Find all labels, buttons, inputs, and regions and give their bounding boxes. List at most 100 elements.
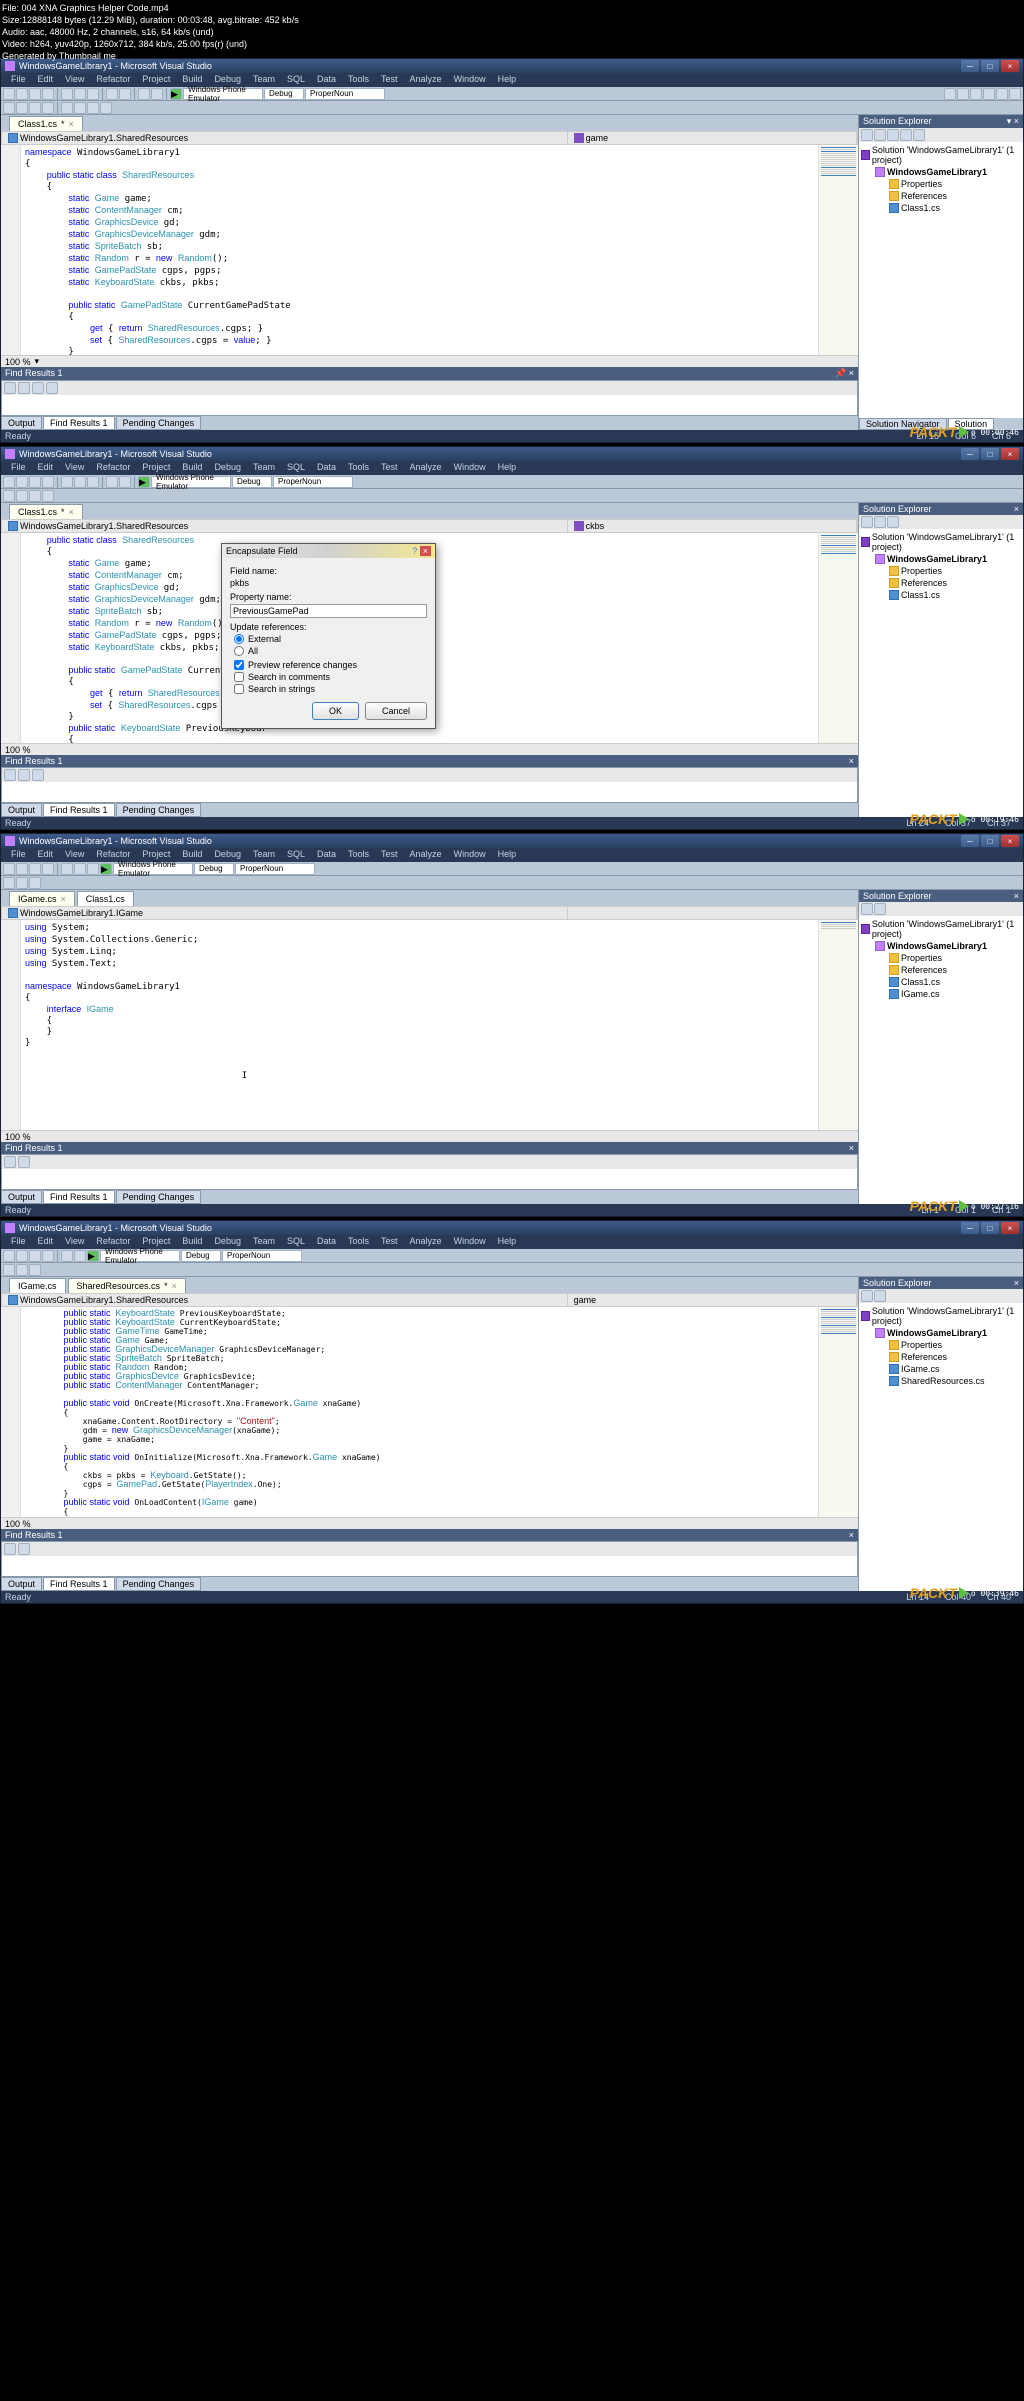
breadcrumb-member[interactable]: ckbs: [568, 520, 857, 532]
tab-close-icon[interactable]: ×: [69, 119, 74, 129]
titlebar[interactable]: WindowsGameLibrary1 - Microsoft Visual S…: [1, 447, 1023, 461]
redo-button[interactable]: [119, 88, 131, 100]
open-button[interactable]: [16, 88, 28, 100]
tree-references[interactable]: References: [861, 577, 1021, 589]
se-tb-3[interactable]: [887, 129, 899, 141]
find-results-list[interactable]: [2, 395, 857, 415]
tree-references[interactable]: References: [861, 190, 1021, 202]
check-strings[interactable]: [234, 684, 244, 694]
btab-find[interactable]: Find Results 1: [43, 416, 115, 430]
panel-close-icon[interactable]: ×: [849, 368, 854, 378]
find-tb-1[interactable]: [4, 382, 16, 394]
zoom-bar[interactable]: 100 %▾: [1, 355, 858, 367]
menu-test[interactable]: Test: [375, 73, 404, 87]
btab-output[interactable]: Output: [1, 803, 42, 817]
menu-tools[interactable]: Tools: [342, 461, 375, 475]
se-tb-2[interactable]: [874, 129, 886, 141]
new-project-button[interactable]: [3, 476, 15, 488]
tree-properties[interactable]: Properties: [861, 565, 1021, 577]
cut-button[interactable]: [61, 476, 73, 488]
tree-project[interactable]: WindowsGameLibrary1: [861, 166, 1021, 178]
tab-close-icon[interactable]: ×: [61, 894, 66, 904]
pin-icon[interactable]: 📌: [835, 368, 846, 378]
paste-button[interactable]: [87, 476, 99, 488]
code-overview[interactable]: [818, 145, 858, 355]
emulator-dropdown[interactable]: Windows Phone Emulator: [183, 88, 263, 100]
radio-external[interactable]: [234, 634, 244, 644]
dialog-titlebar[interactable]: Encapsulate Field ? ×: [222, 544, 435, 558]
code-editor[interactable]: public static KeyboardState PreviousKeyb…: [1, 1307, 858, 1517]
pin-icon[interactable]: ▾: [1007, 116, 1012, 126]
panel-close-icon[interactable]: ×: [1014, 116, 1019, 126]
cut-button[interactable]: [61, 88, 73, 100]
tree-solution[interactable]: Solution 'WindowsGameLibrary1' (1 projec…: [861, 531, 1021, 553]
tb-extra-1[interactable]: [944, 88, 956, 100]
cancel-button[interactable]: Cancel: [365, 702, 427, 720]
menu-view[interactable]: View: [59, 461, 90, 475]
tb-extra-2[interactable]: [957, 88, 969, 100]
tab-close-icon[interactable]: ×: [172, 1281, 177, 1291]
menu-data[interactable]: Data: [311, 73, 342, 87]
btab-pending[interactable]: Pending Changes: [116, 416, 202, 430]
code-editor[interactable]: namespace WindowsGameLibrary1 { public s…: [1, 145, 858, 355]
menu-view[interactable]: View: [59, 73, 90, 87]
check-preview[interactable]: [234, 660, 244, 670]
tree-class1[interactable]: Class1.cs: [861, 589, 1021, 601]
tb-extra-5[interactable]: [996, 88, 1008, 100]
open-button[interactable]: [16, 476, 28, 488]
dialog-close-icon[interactable]: ×: [420, 546, 431, 556]
se-tb-5[interactable]: [913, 129, 925, 141]
tb2-2[interactable]: [16, 490, 28, 502]
tb2-3[interactable]: [29, 102, 41, 114]
menu-window[interactable]: Window: [448, 73, 492, 87]
emulator-dropdown[interactable]: Windows Phone Emulator: [151, 476, 231, 488]
save-button[interactable]: [29, 88, 41, 100]
close-button[interactable]: ×: [1001, 60, 1019, 72]
save-all-button[interactable]: [42, 88, 54, 100]
minimize-button[interactable]: ─: [961, 60, 979, 72]
menu-analyze[interactable]: Analyze: [404, 73, 448, 87]
undo-button[interactable]: [106, 476, 118, 488]
tb2-7[interactable]: [87, 102, 99, 114]
close-button[interactable]: ×: [1001, 1222, 1019, 1234]
redo-button[interactable]: [119, 476, 131, 488]
menu-sql[interactable]: SQL: [281, 73, 311, 87]
nav-fwd-button[interactable]: [151, 88, 163, 100]
se-tb-4[interactable]: [900, 129, 912, 141]
minimize-button[interactable]: ─: [961, 835, 979, 847]
menu-team[interactable]: Team: [247, 461, 281, 475]
menu-project[interactable]: Project: [136, 73, 176, 87]
btab-find[interactable]: Find Results 1: [43, 803, 115, 817]
menu-help[interactable]: Help: [492, 73, 523, 87]
minimize-button[interactable]: ─: [961, 1222, 979, 1234]
tb2-1[interactable]: [3, 490, 15, 502]
tb2-2[interactable]: [16, 102, 28, 114]
breadcrumb-class[interactable]: WindowsGameLibrary1.SharedResources: [2, 132, 568, 144]
tab-igame[interactable]: IGame.cs: [9, 1278, 66, 1293]
start-debug-button[interactable]: ▶: [170, 88, 182, 100]
tb2-3[interactable]: [29, 490, 41, 502]
maximize-button[interactable]: □: [981, 1222, 999, 1234]
start-debug-button[interactable]: ▶: [138, 476, 150, 488]
maximize-button[interactable]: □: [981, 835, 999, 847]
dialog-help-icon[interactable]: ?: [412, 546, 417, 556]
btab-output[interactable]: Output: [1, 416, 42, 430]
config-dropdown[interactable]: Debug: [264, 88, 304, 100]
tab-sharedres[interactable]: SharedResources.cs*×: [68, 1278, 186, 1293]
tb2-5[interactable]: [61, 102, 73, 114]
tb2-4[interactable]: [42, 490, 54, 502]
tree-project[interactable]: WindowsGameLibrary1: [861, 553, 1021, 565]
tree-properties[interactable]: Properties: [861, 178, 1021, 190]
check-comments[interactable]: [234, 672, 244, 682]
btab-pending[interactable]: Pending Changes: [116, 803, 202, 817]
menu-analyze[interactable]: Analyze: [404, 461, 448, 475]
paste-button[interactable]: [87, 88, 99, 100]
tree-solution[interactable]: Solution 'WindowsGameLibrary1' (1 projec…: [861, 144, 1021, 166]
minimize-button[interactable]: ─: [961, 448, 979, 460]
menu-data[interactable]: Data: [311, 461, 342, 475]
menu-tools[interactable]: Tools: [342, 73, 375, 87]
breadcrumb-class[interactable]: WindowsGameLibrary1.SharedResources: [2, 520, 568, 532]
maximize-button[interactable]: □: [981, 448, 999, 460]
proper-dropdown[interactable]: ProperNoun: [273, 476, 353, 488]
menu-file[interactable]: File: [5, 73, 32, 87]
